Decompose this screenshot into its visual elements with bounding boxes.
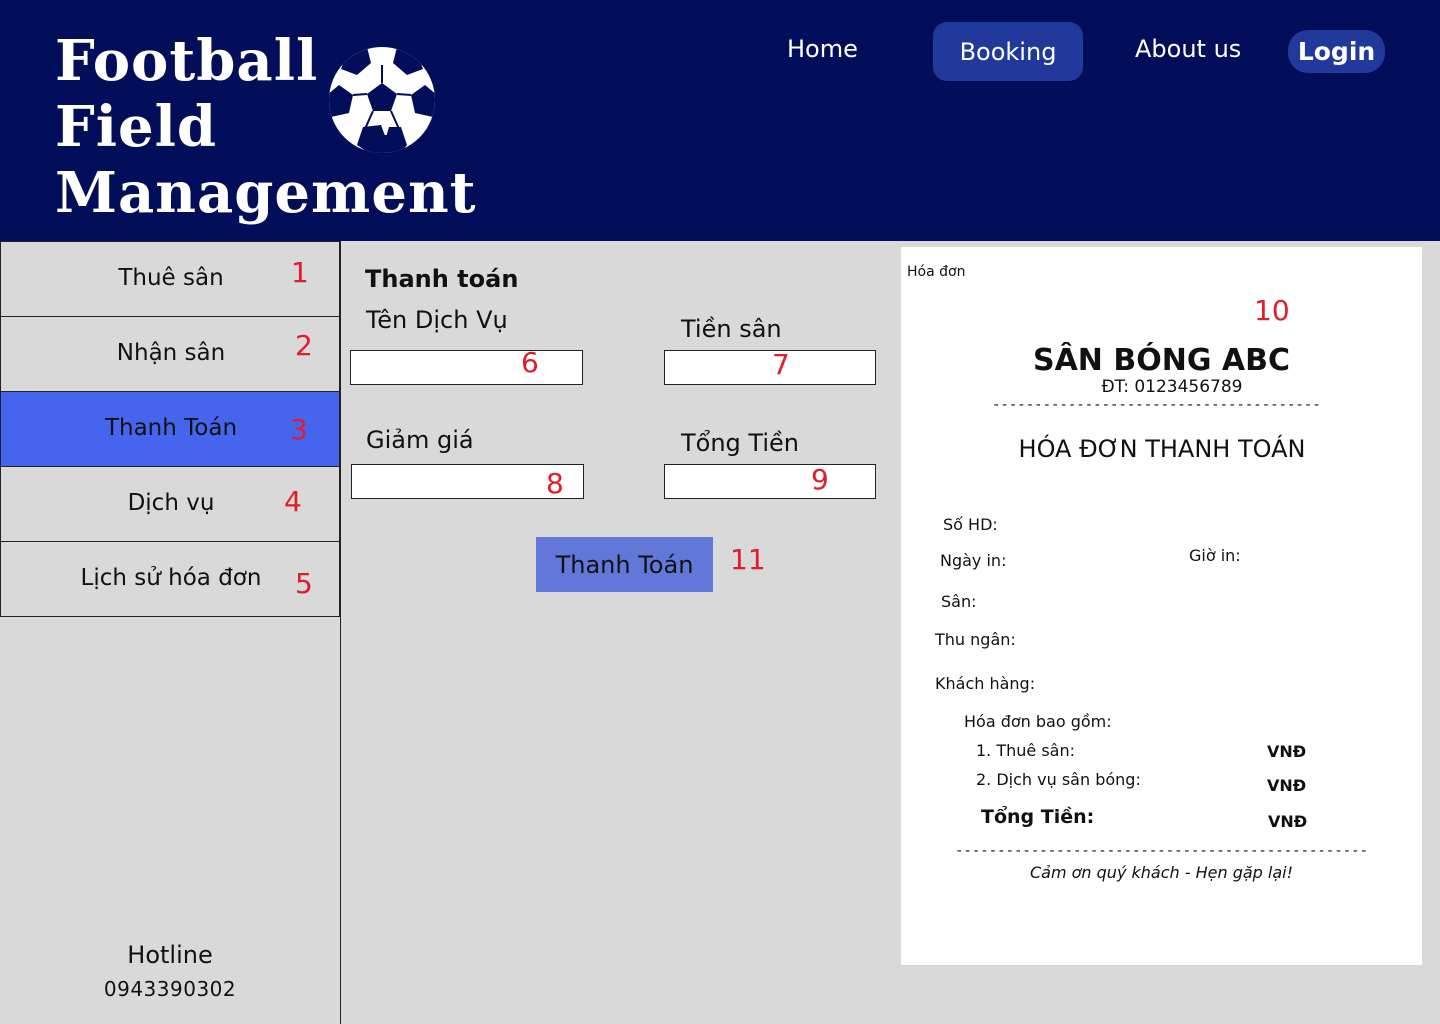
annotation-marker: 7	[772, 348, 790, 381]
annotation-marker: 8	[546, 467, 564, 500]
login-label: Login	[1297, 37, 1376, 66]
sidebar-item-label: Lịch sử hóa đơn	[80, 565, 262, 591]
hotline-label: Hotline	[127, 941, 213, 969]
sidebar-item-label: Thuê sân	[118, 265, 224, 291]
annotation-marker: 6	[521, 346, 539, 379]
payment-title: Thanh toán	[365, 265, 519, 293]
annotation-marker: 2	[295, 329, 313, 362]
sidebar-item-nhan-san[interactable]: Nhận sân 2	[0, 316, 340, 392]
field-price-input[interactable]	[664, 350, 876, 385]
total-input[interactable]	[664, 464, 876, 499]
invoice-customer-label: Khách hàng:	[935, 674, 1036, 693]
invoice-line-item-currency: VNĐ	[1267, 742, 1307, 761]
sidebar-item-lich-su-hoa-don[interactable]: Lịch sử hóa đơn 5	[0, 541, 340, 617]
pay-button[interactable]: Thanh Toán	[536, 537, 713, 592]
invoice-shop-name: SÂN BÓNG ABC	[1032, 343, 1291, 378]
total-label: Tổng Tiền	[681, 429, 799, 457]
invoice-cashier-label: Thu ngân:	[935, 630, 1016, 649]
nav-booking-link[interactable]: Booking	[933, 22, 1083, 81]
invoice-number-label: Số HD:	[943, 515, 998, 534]
invoice-caption: Hóa đơn	[907, 264, 966, 280]
login-button[interactable]: Login	[1288, 30, 1385, 73]
nav-about-link[interactable]: About us	[1135, 35, 1241, 63]
invoice-includes-label: Hóa đơn bao gồm:	[964, 712, 1112, 731]
top-header: Football Field Management Home Booking A…	[0, 0, 1440, 241]
nav-booking-label: Booking	[959, 37, 1057, 66]
invoice-preview: Hóa đơn 10 SÂN BÓNG ABC ĐT: 0123456789 -…	[901, 247, 1422, 965]
pay-button-label: Thanh Toán	[555, 550, 694, 579]
invoice-total-label: Tổng Tiền:	[981, 806, 1095, 828]
sidebar-item-thue-san[interactable]: Thuê sân 1	[0, 241, 340, 317]
invoice-footer-divider: ----------------------------------------…	[955, 843, 1369, 859]
sidebar-item-label: Nhận sân	[116, 340, 226, 366]
hotline-number: 0943390302	[103, 977, 237, 1001]
invoice-line-item-label: 1. Thuê sân:	[976, 741, 1076, 760]
invoice-print-date-label: Ngày in:	[940, 551, 1007, 570]
invoice-line-item-currency: VNĐ	[1267, 776, 1307, 795]
invoice-thanks-message: Cảm ơn quý khách - Hẹn gặp lại!	[1029, 863, 1294, 882]
annotation-marker: 10	[1254, 294, 1290, 327]
invoice-divider: ----------------------------------------…	[992, 397, 1322, 413]
invoice-total-currency: VNĐ	[1268, 812, 1308, 831]
sidebar-item-dich-vu[interactable]: Dịch vụ 4	[0, 466, 340, 542]
sidebar: Thuê sân 1 Nhận sân 2 Thanh Toán 3 Dịch …	[0, 241, 341, 1024]
sidebar-item-thanh-toan[interactable]: Thanh Toán 3	[0, 391, 340, 467]
invoice-title: HÓA ĐƠN THANH TOÁN	[1018, 435, 1306, 463]
annotation-marker: 3	[290, 413, 308, 446]
annotation-marker: 11	[730, 543, 766, 576]
annotation-marker: 1	[291, 256, 309, 289]
invoice-line-item-label: 2. Dịch vụ sân bóng:	[976, 770, 1141, 789]
discount-label: Giảm giá	[366, 426, 474, 454]
invoice-print-time-label: Giờ in:	[1189, 546, 1241, 565]
service-name-label: Tên Dịch Vụ	[366, 306, 508, 334]
invoice-field-label: Sân:	[941, 592, 977, 611]
invoice-phone: ĐT: 0123456789	[1101, 377, 1243, 397]
annotation-marker: 4	[284, 485, 302, 518]
annotation-marker: 9	[811, 463, 829, 496]
field-price-label: Tiền sân	[681, 315, 782, 343]
nav-home-link[interactable]: Home	[787, 35, 858, 63]
soccer-ball-icon	[329, 47, 435, 153]
annotation-marker: 5	[295, 567, 313, 600]
service-name-input[interactable]	[350, 350, 583, 385]
brand-line-3: Management	[55, 160, 477, 226]
